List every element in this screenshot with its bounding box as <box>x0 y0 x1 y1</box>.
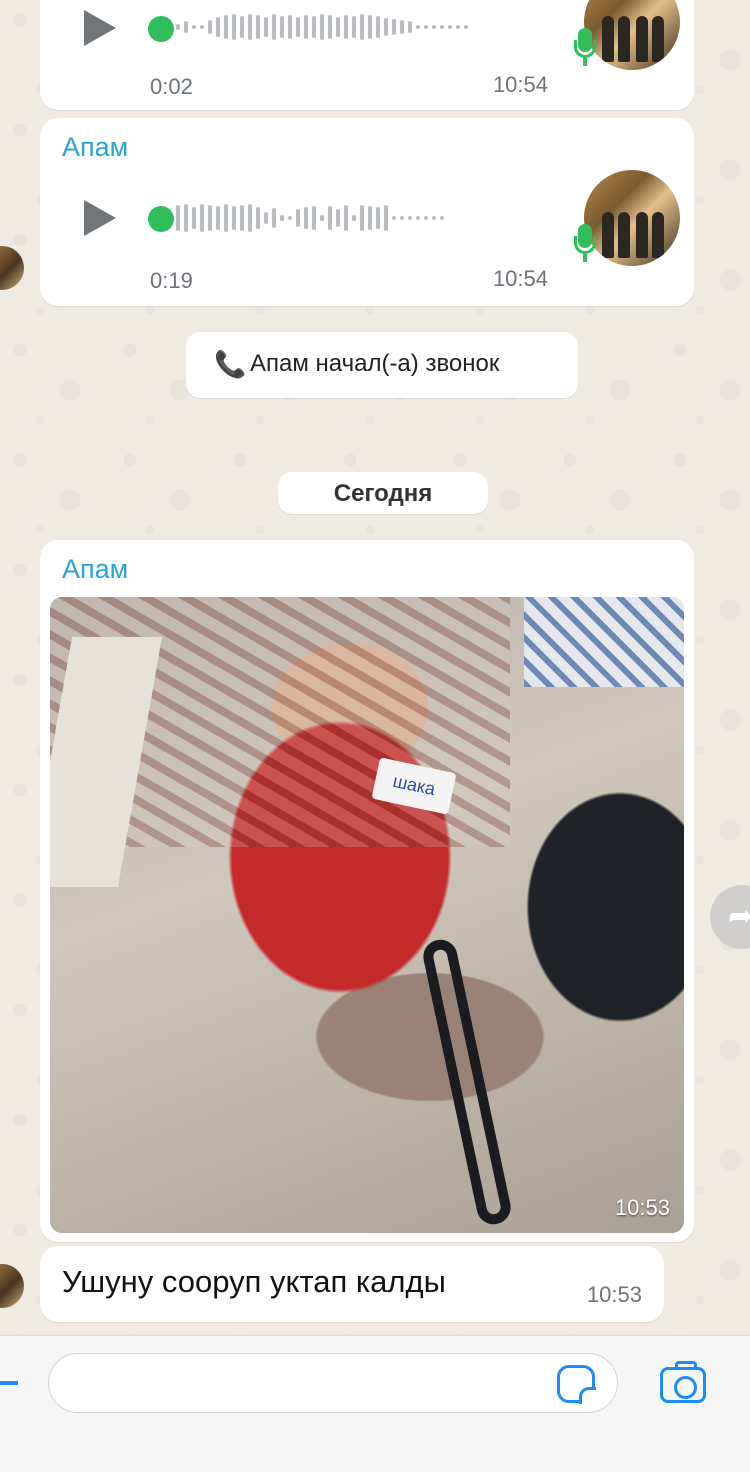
message-time: 10:54 <box>492 72 548 97</box>
camera-icon[interactable] <box>660 1361 706 1403</box>
voice-message-2[interactable]: Апам 0:19 10:54 <box>0 118 694 306</box>
voice-duration: 0:02 <box>150 74 193 99</box>
message-text: Ушуну сооруп уктап калды <box>62 1264 446 1299</box>
text-message[interactable]: Ушуну сооруп уктап калды 10:53 <box>0 1246 664 1322</box>
message-input[interactable] <box>48 1353 618 1413</box>
call-notice-text: Апам начал(-а) звонок <box>250 350 500 377</box>
sticker-icon[interactable] <box>557 1365 596 1404</box>
mic-icon <box>574 224 596 264</box>
date-divider-text: Сегодня <box>333 480 433 507</box>
voice-message-1[interactable]: 0:02 10:54 <box>40 0 694 110</box>
sender-name: Апам <box>62 554 129 584</box>
play-icon[interactable] <box>84 200 116 236</box>
waveform <box>176 14 546 44</box>
message-time: 10:54 <box>492 266 548 291</box>
sender-name: Апам <box>62 132 129 162</box>
playhead-dot[interactable] <box>148 16 174 42</box>
forward-icon: ➦ <box>728 900 750 933</box>
message-photo[interactable]: шака 10:53 <box>50 597 684 1233</box>
playhead-dot[interactable] <box>148 206 174 232</box>
waveform <box>176 204 546 234</box>
voice-duration: 0:19 <box>150 268 193 293</box>
photo-message[interactable]: Апам шака 10:53 <box>40 540 694 1242</box>
sender-avatar <box>584 170 680 266</box>
message-time: 10:53 <box>586 1282 642 1307</box>
mic-icon <box>574 28 596 68</box>
sender-avatar <box>584 0 680 70</box>
attach-icon[interactable] <box>0 1381 18 1385</box>
play-icon[interactable] <box>84 10 116 46</box>
date-divider: Сегодня <box>278 472 488 514</box>
composer-bar <box>0 1335 750 1472</box>
call-notice[interactable]: 📞 Апам начал(-а) звонок <box>186 332 578 398</box>
message-time: 10:53 <box>614 1195 670 1220</box>
phone-icon: 📞 <box>214 349 247 379</box>
